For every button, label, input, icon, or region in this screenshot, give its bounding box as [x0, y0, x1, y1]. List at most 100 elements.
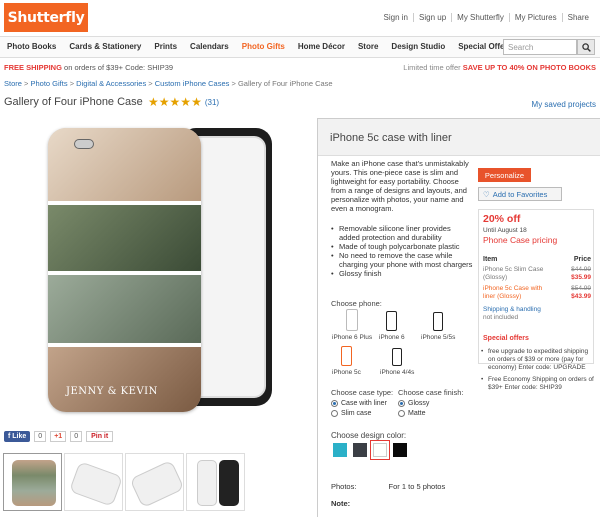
facebook-like-button[interactable]: f Like [4, 431, 31, 442]
radio-button[interactable] [331, 410, 338, 417]
feature-list: Removable silicone liner provides added … [331, 224, 473, 278]
special-offers-list: free upgrade to expedited shipping on or… [478, 348, 594, 396]
color-swatch-black[interactable] [393, 443, 407, 457]
thumbnail-front[interactable] [3, 453, 62, 511]
breadcrumb-digital-accessories[interactable]: Digital & Accessories [76, 79, 146, 88]
finish-glossy[interactable]: Glossy [398, 400, 429, 407]
photos-info: Photos: For 1 to 5 photos [331, 482, 446, 491]
my-shutterfly-link[interactable]: My Shutterfly [451, 13, 509, 22]
color-swatch-teal[interactable] [333, 443, 347, 457]
breadcrumb-photo-gifts[interactable]: Photo Gifts [31, 79, 68, 88]
nav-cards-stationery[interactable]: Cards & Stationery [69, 42, 141, 51]
thumbnail-strip [3, 453, 245, 511]
pricing-title: Phone Case pricing [483, 235, 558, 245]
thumbnail-case-angle[interactable] [125, 453, 184, 511]
my-saved-projects-link[interactable]: My saved projects [532, 100, 596, 109]
social-share: f Like 0 +1 0 Pin it [4, 431, 114, 442]
shutterfly-logo[interactable]: Shutterfly [4, 3, 88, 32]
case-finish-label: Choose case finish: [398, 388, 464, 397]
note-label: Note: [331, 499, 351, 508]
radio-button[interactable] [398, 410, 405, 417]
nav-calendars[interactable]: Calendars [190, 42, 229, 51]
heart-icon: ♡ [483, 189, 490, 199]
search-input[interactable]: Search [503, 39, 577, 55]
sign-up-link[interactable]: Sign up [413, 13, 451, 22]
thumbnail-slim-case[interactable] [64, 453, 123, 511]
case-type-label: Choose case type: [331, 388, 394, 397]
google-plus-button[interactable]: +1 [50, 431, 67, 442]
breadcrumb: Store > Photo Gifts > Digital & Accessor… [4, 79, 333, 88]
phone-option-iphone-6-plus[interactable]: iPhone 6 Plus [332, 309, 372, 341]
pricing-header: Item Price [483, 256, 591, 263]
special-offers-title: Special offers [483, 335, 529, 342]
price-row: iPhone 5c Case with liner (Glossy) $54.9… [483, 285, 591, 300]
panel-header: iPhone 5c case with liner [318, 119, 600, 156]
nav-store[interactable]: Store [358, 42, 378, 51]
choose-phone-label: Choose phone: [331, 299, 382, 308]
case-type-slim[interactable]: Slim case [331, 410, 371, 417]
radio-button[interactable] [398, 400, 405, 407]
sign-in-link[interactable]: Sign in [379, 13, 413, 22]
nav-photo-books[interactable]: Photo Books [7, 42, 56, 51]
radio-button[interactable] [331, 400, 338, 407]
breadcrumb-store[interactable]: Store [4, 79, 22, 88]
promo-bar: FREE SHIPPING on orders of $39+ Code: SH… [4, 63, 596, 75]
case-front-image: JENNY & KEVIN [48, 128, 201, 412]
panel-title: iPhone 5c case with liner [330, 132, 452, 144]
pinterest-button[interactable]: Pin it [86, 431, 114, 442]
account-links: Sign in Sign up My Shutterfly My Picture… [379, 13, 594, 22]
phone-option-iphone-5c[interactable]: iPhone 5c [332, 346, 361, 376]
thumbnail-case-liner[interactable] [186, 453, 245, 511]
product-options-panel: iPhone 5c case with liner Make an iPhone… [317, 118, 600, 517]
search-icon [581, 42, 591, 52]
phone-option-iphone-6[interactable]: iPhone 6 [379, 309, 405, 341]
personalize-button[interactable]: Personalize [478, 168, 531, 182]
gplus-count: 0 [70, 431, 83, 442]
feature-item: Made of tough polycarbonate plastic [331, 242, 473, 251]
rating-stars[interactable]: ★ ★ ★ ★ ★ (31) [148, 96, 219, 108]
finish-matte[interactable]: Matte [398, 410, 426, 417]
price-row: iPhone 5c Slim Case (Glossy) $44.99 $35.9… [483, 266, 591, 281]
photo-slot-4 [48, 347, 201, 412]
star-icon: ★ [158, 95, 170, 109]
breadcrumb-custom-iphone-cases[interactable]: Custom iPhone Cases [155, 79, 230, 88]
nav-design-studio[interactable]: Design Studio [391, 42, 445, 51]
free-shipping-promo: FREE SHIPPING on orders of $39+ Code: SH… [4, 63, 174, 72]
phone-option-iphone-4-4s[interactable]: iPhone 4/4s [380, 346, 414, 376]
add-to-favorites-button[interactable]: ♡ Add to Favorites [478, 187, 562, 201]
feature-item: Glossy finish [331, 269, 473, 278]
top-bar: Shutterfly Sign in Sign up My Shutterfly… [0, 0, 600, 36]
share-link[interactable]: Share [561, 13, 594, 22]
photo-slot-3 [48, 275, 201, 343]
my-pictures-link[interactable]: My Pictures [508, 13, 562, 22]
phone-icon [392, 348, 403, 366]
case-names-text: JENNY & KEVIN [66, 386, 158, 397]
offer-end-date: Until August 18 [483, 227, 527, 234]
phone-option-iphone-5-5s[interactable]: iPhone 5/5s [421, 309, 455, 341]
star-icon: ★ [169, 95, 181, 109]
product-description: Make an iPhone case that's unmistakably … [331, 159, 469, 213]
shipping-info: Shipping & handling not included [483, 306, 541, 321]
star-icon: ★ [191, 95, 202, 109]
search-button[interactable] [577, 39, 595, 55]
photo-books-promo[interactable]: Limited time offer SAVE UP TO 40% ON PHO… [403, 63, 596, 72]
phone-icon [340, 346, 352, 366]
main-nav: Photo Books Cards & Stationery Prints Ca… [0, 36, 600, 58]
case-type-with-liner[interactable]: Case with liner [331, 400, 387, 407]
color-swatch-charcoal[interactable] [353, 443, 367, 457]
color-swatches [333, 440, 407, 460]
phone-icon [433, 312, 444, 331]
photo-slot-1 [48, 128, 201, 201]
review-count[interactable]: (31) [205, 98, 219, 107]
nav-prints[interactable]: Prints [154, 42, 177, 51]
feature-item: No need to remove the case while chargin… [331, 251, 473, 269]
nav-photo-gifts[interactable]: Photo Gifts [242, 42, 285, 51]
shipping-handling-link[interactable]: Shipping & handling [483, 306, 541, 314]
offer-item: Free Economy Shipping on orders of $39+ … [478, 376, 594, 392]
product-image: JENNY & KEVIN [40, 120, 275, 412]
star-icon: ★ [180, 95, 192, 109]
design-color-label: Choose design color: [331, 431, 407, 440]
nav-home-decor[interactable]: Home Décor [298, 42, 345, 51]
color-swatch-white[interactable] [370, 440, 390, 460]
phone-icon [386, 311, 398, 331]
